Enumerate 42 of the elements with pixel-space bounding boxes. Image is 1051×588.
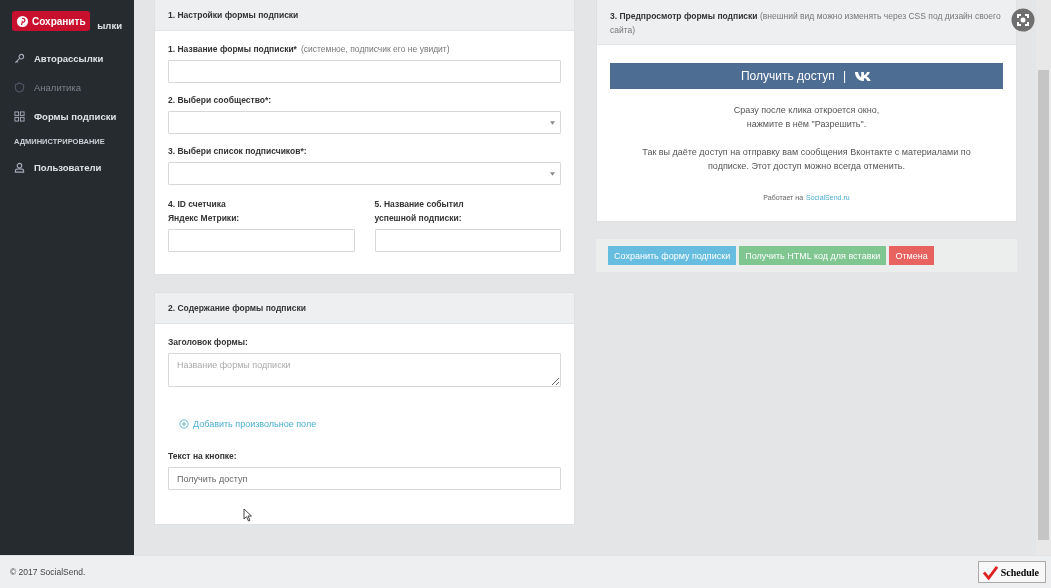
card-title: 1. Настройки формы подписки (168, 10, 299, 20)
select-field[interactable] (168, 111, 561, 134)
field-label: 5. Название событил успешной подписки: (374, 198, 465, 225)
scrollbar[interactable] (1036, 0, 1051, 555)
plus-circle-icon (179, 419, 189, 429)
key-icon (14, 53, 25, 64)
input-field[interactable] (168, 60, 561, 83)
input-field[interactable] (168, 229, 355, 252)
caret-icon (550, 171, 555, 176)
field-hint: (системное, подписчик его не увидит) (300, 44, 450, 54)
preview-paragraph: Так вы даёте доступ на отправку вам сообщения Вконтакте с материалами по подписке. Этот доступ можно всегда отменить. (641, 146, 972, 173)
caret-icon (550, 120, 555, 125)
fullscreen-icon[interactable] (1011, 8, 1035, 32)
card-title: 3. Предпросмотр формы подписки (внешний вид можно изменять через CSS под дизайн своего сайта) (610, 10, 1002, 37)
grid-icon (14, 111, 25, 122)
schedule-button[interactable]: Schedule (977, 561, 1046, 583)
shield-icon (14, 82, 25, 93)
sidebar-item[interactable]: Авторассылки (34, 53, 104, 64)
cursor-icon (243, 508, 253, 522)
sidebar-item[interactable]: ылки (97, 19, 122, 31)
input-field[interactable] (374, 229, 561, 252)
copyright-text: © 2017 SocialSend. (10, 567, 86, 577)
preview-paragraph: Сразу после клика откроется окно, нажмите в нём "Разрешить". (733, 104, 880, 131)
card-title: 2. Содержание формы подписки (168, 303, 306, 313)
save-pin-button[interactable]: Сохранить (12, 11, 90, 31)
field-label: Текст на кнопке: (168, 451, 237, 461)
sidebar-item[interactable]: Пользователи (34, 162, 102, 173)
get-access-button[interactable]: Получить доступ | (610, 63, 1003, 89)
user-icon (14, 162, 25, 173)
field-label: 2. Выбери сообщество*: (168, 95, 272, 105)
field-label: 4. ID счетчика Яндекс Метрики: (168, 198, 241, 225)
select-field[interactable] (168, 162, 561, 185)
field-label: 3. Выбери список подписчиков*: (168, 146, 307, 156)
action-button[interactable]: Отмена (889, 246, 934, 265)
textarea-field[interactable]: Название формы подписки (168, 353, 561, 387)
field-label: 1. Название формы подписки* (168, 44, 297, 54)
check-icon (982, 564, 998, 580)
input-field[interactable]: Получить доступ (168, 467, 561, 490)
vk-icon (854, 70, 872, 82)
field-label: Заголовок формы: (168, 337, 248, 347)
sidebar-item[interactable]: Формы подписки (34, 111, 117, 122)
pin-icon (16, 14, 29, 28)
